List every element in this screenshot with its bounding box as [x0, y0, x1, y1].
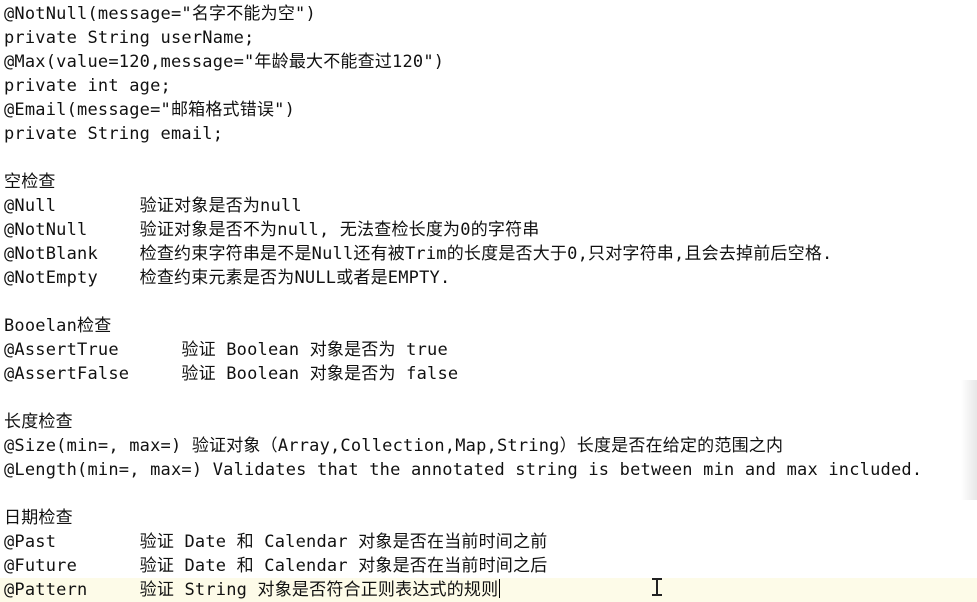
- code-line[interactable]: @NotEmpty 检查约束元素是否为NULL或者是EMPTY.: [4, 266, 450, 290]
- section-heading[interactable]: 日期检查: [4, 506, 73, 530]
- code-line[interactable]: private String userName;: [4, 26, 254, 50]
- ibeam-cursor-icon: [651, 577, 663, 597]
- code-line[interactable]: @AssertTrue 验证 Boolean 对象是否为 true: [4, 338, 448, 362]
- code-line[interactable]: @Past 验证 Date 和 Calendar 对象是否在当前时间之前: [4, 530, 547, 554]
- text-caret: [499, 579, 501, 598]
- code-line[interactable]: @Size(min=, max=) 验证对象（Array,Collection,…: [4, 434, 783, 458]
- code-line[interactable]: @NotNull(message="名字不能为空"): [4, 2, 316, 26]
- right-edge-shadow: [961, 380, 977, 500]
- code-editor[interactable]: @NotNull(message="名字不能为空") private Strin…: [0, 0, 977, 602]
- code-line[interactable]: @NotBlank 检查约束字符串是不是Null还有被Trim的长度是否大于0,…: [4, 242, 832, 266]
- section-heading[interactable]: 长度检查: [4, 410, 73, 434]
- code-line[interactable]: @Length(min=, max=) Validates that the a…: [4, 458, 922, 482]
- section-heading[interactable]: 空检查: [4, 170, 56, 194]
- section-heading[interactable]: Booelan检查: [4, 314, 111, 338]
- code-line[interactable]: private String email;: [4, 122, 223, 146]
- current-code-line[interactable]: @Pattern 验证 String 对象是否符合正则表达式的规则: [0, 578, 977, 602]
- code-line[interactable]: @NotNull 验证对象是否不为null, 无法查检长度为0的字符串: [4, 218, 540, 242]
- code-line[interactable]: @AssertFalse 验证 Boolean 对象是否为 false: [4, 362, 458, 386]
- code-line[interactable]: @Null 验证对象是否为null: [4, 194, 302, 218]
- code-line[interactable]: @Max(value=120,message="年龄最大不能查过120"): [4, 50, 444, 74]
- code-line[interactable]: @Email(message="邮箱格式错误"): [4, 98, 295, 122]
- code-line[interactable]: private int age;: [4, 74, 171, 98]
- code-line[interactable]: @Future 验证 Date 和 Calendar 对象是否在当前时间之后: [4, 554, 547, 578]
- code-line-text: @Pattern 验证 String 对象是否符合正则表达式的规则: [4, 580, 499, 600]
